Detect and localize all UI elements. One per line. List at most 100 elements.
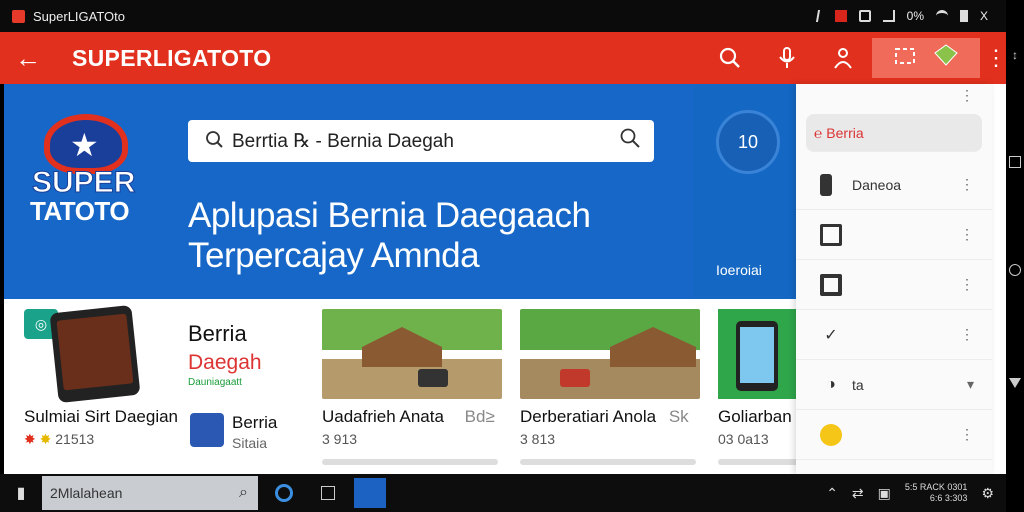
more-icon[interactable]: ⋮ <box>960 226 974 243</box>
taskbar-search-text: 2Mlalahean <box>50 485 123 501</box>
app-title: SUPERLIGATOTO <box>72 44 272 71</box>
more-icon[interactable]: ⋮ <box>960 326 974 343</box>
microphone-icon[interactable] <box>758 32 815 84</box>
logo-text-line1: SUPER <box>31 166 136 200</box>
brand-logo: ★ SUPER TATOTO <box>26 114 156 234</box>
app-tile-sub: Sitaia <box>232 435 268 451</box>
browser-icon[interactable] <box>266 475 302 511</box>
app-tile-title: Berria <box>232 413 278 432</box>
side-panel-label: Ioeroiai <box>716 262 762 278</box>
menu-item-3[interactable]: ⋮ <box>796 210 992 260</box>
card-meta: 3 813 <box>520 431 556 447</box>
more-vert-icon[interactable]: ⋮ <box>985 32 1007 84</box>
menu-item-5[interactable]: ✓ ⋮ <box>796 310 992 360</box>
menu-item-daneoa[interactable]: Daneoa ⋮ <box>796 160 992 210</box>
card-meta: 03 0a13 <box>718 431 769 447</box>
menu-item-7[interactable]: ⋮ <box>796 410 992 460</box>
book-icon <box>820 223 842 246</box>
card-3[interactable]: Uadafrieh Anata Bd≥ 3 913 <box>322 309 502 465</box>
search-input[interactable]: Berrtia ℞ - Bernia Daegah <box>188 120 654 162</box>
car-icon <box>560 369 590 387</box>
progress-bar <box>322 459 498 465</box>
village-thumbnail <box>520 309 700 399</box>
progress-bar <box>718 459 798 465</box>
card-title: Berria <box>188 321 247 346</box>
more-icon[interactable]: ⋮ <box>960 426 974 443</box>
overflow-menu: ⋮ ℮ Berria Daneoa ⋮ ⋮ ⋮ ✓ ⋮ ◑ ta ▾ ⋮ <box>796 84 992 474</box>
calendar-icon <box>820 273 842 296</box>
menu-item-label: ℮ Berria <box>814 124 864 141</box>
start-icon[interactable]: ▮ <box>0 483 42 503</box>
scroll-arrow-icon[interactable]: ↕ <box>1009 48 1021 62</box>
task-view-icon[interactable] <box>310 475 346 511</box>
microphone-icon[interactable]: ⌕ <box>239 484 248 502</box>
card-rating: ✸ ✸ 21513 <box>24 431 95 447</box>
home-icon[interactable] <box>1009 264 1021 276</box>
app-taskbar-icon[interactable] <box>354 478 386 508</box>
search-text[interactable]: Berrtia ℞ - Bernia Daegah <box>232 130 606 153</box>
phone-thumbnail: ◎ <box>24 304 154 404</box>
edit-check-icon: ✓ <box>824 326 838 344</box>
card-caption: Dauniagaatt <box>188 377 242 388</box>
highlighted-actions[interactable] <box>872 38 980 78</box>
menu-item-berria[interactable]: ℮ Berria <box>806 114 982 152</box>
card-row: ◎ Sulmiai Sirt Daegian ✸ ✸ 21513 Berria … <box>4 299 808 474</box>
app-tile-icon[interactable] <box>190 413 224 447</box>
recent-apps-icon[interactable] <box>1009 156 1021 168</box>
card-1[interactable]: ◎ Sulmiai Sirt Daegian ✸ ✸ 21513 <box>24 304 179 448</box>
battery-icon <box>959 10 968 22</box>
system-nav-bar: ↕ <box>1006 0 1024 512</box>
card-4[interactable]: Derberatiari Anola Sk 3 813 <box>520 309 700 465</box>
network-icon[interactable]: ⇄ <box>852 485 864 502</box>
status-icons: 0% X <box>815 9 988 23</box>
gem-icon[interactable] <box>934 44 958 72</box>
star-icon: ✸ <box>39 431 52 447</box>
clock[interactable]: 5:5 RACK 0301 6:6 3:303 <box>905 482 968 504</box>
dial-widget[interactable]: 10 <box>716 110 780 174</box>
more-icon[interactable]: ⋮ <box>960 276 974 293</box>
card-title: Sulmiai Sirt Daegian <box>24 407 179 426</box>
village-thumbnail <box>322 309 502 399</box>
card-title: Uadafrieh Anata Bd≥ <box>322 407 495 426</box>
wifi-icon <box>935 10 948 22</box>
menu-item-6[interactable]: ◑ ta ▾ <box>796 360 992 410</box>
star-icon: ✸ <box>24 431 36 447</box>
card-title: Derberatiari Anola Sk <box>520 407 689 426</box>
record-icon: ◑ <box>826 375 836 393</box>
card-subtitle: Daegah <box>188 351 262 374</box>
signal-icon <box>882 10 895 22</box>
screenshot-icon[interactable] <box>894 45 916 71</box>
app-bar-actions: ⋮ <box>701 32 1007 84</box>
menu-item-label: ta <box>852 376 864 393</box>
battery-percent: 0% <box>906 9 924 23</box>
hero-banner: ★ SUPER TATOTO Berrtia ℞ - Bernia Daegah… <box>4 84 694 299</box>
status-bar: SuperLIGATOto 0% X <box>0 0 1006 32</box>
settings-gear-icon[interactable]: ⚙ <box>981 485 994 502</box>
app-icon <box>12 9 25 23</box>
taskbar: ▮ 2Mlalahean ⌕ ⌃ ⇄ ▣ 5:5 RACK 0301 6:6 3… <box>0 474 1006 512</box>
card-title: Goliarban <box>718 407 792 426</box>
chevron-up-icon[interactable]: ⌃ <box>826 485 838 502</box>
search-submit-icon[interactable] <box>606 128 654 154</box>
card-2[interactable]: Berria Daegah Dauniagaatt Berria Sitaia <box>188 321 277 451</box>
system-tray: ⌃ ⇄ ▣ 5:5 RACK 0301 6:6 3:303 ⚙ <box>826 482 994 504</box>
notification-center-icon[interactable]: ▣ <box>878 485 891 502</box>
more-icon[interactable]: ▾ <box>967 376 974 393</box>
card-meta: 3 913 <box>322 431 358 447</box>
close-icon[interactable]: X <box>980 9 988 23</box>
hero-tagline: Aplupasi Bernia Daegaach Terpercajay Amn… <box>188 196 591 275</box>
back-icon[interactable] <box>1009 378 1021 388</box>
search-icon <box>196 130 232 153</box>
more-icon[interactable]: ⋮ <box>960 87 974 104</box>
back-arrow-icon[interactable]: ← <box>0 43 56 74</box>
taskbar-search-input[interactable]: 2Mlalahean ⌕ <box>42 476 258 510</box>
side-panel: 10 Ioeroiai <box>694 84 800 299</box>
nfc-icon <box>858 10 871 22</box>
menu-item-label: Daneoa <box>852 176 902 193</box>
notification-icon <box>834 10 847 22</box>
card-5[interactable]: Goliarban 03 0a13 <box>718 309 808 465</box>
search-icon[interactable] <box>701 32 758 84</box>
account-icon[interactable] <box>815 32 872 84</box>
menu-item-4[interactable]: ⋮ <box>796 260 992 310</box>
more-icon[interactable]: ⋮ <box>960 176 974 193</box>
